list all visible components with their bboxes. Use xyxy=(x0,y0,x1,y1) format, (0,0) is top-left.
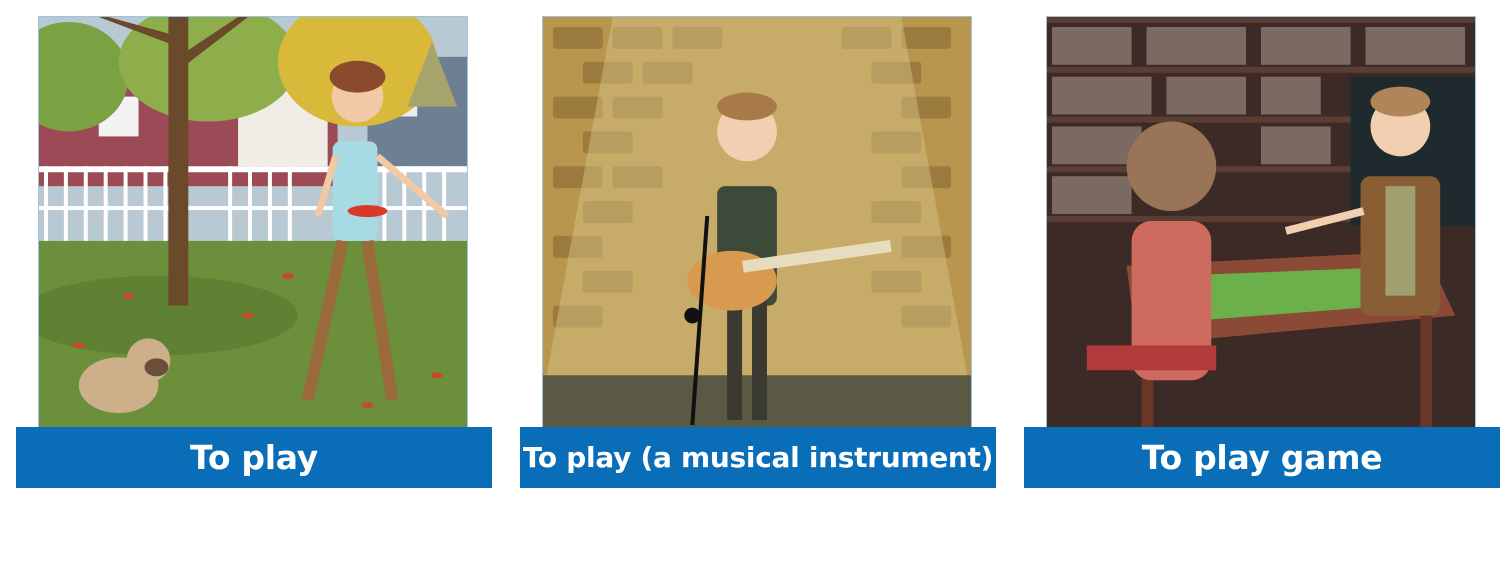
guitar-singer-scene-icon xyxy=(542,16,972,428)
board-game-library-scene-icon xyxy=(1046,16,1476,428)
frisbee-park-scene-icon xyxy=(38,16,468,428)
caption-to-play: To play xyxy=(16,427,492,488)
caption-to-play-game: To play game xyxy=(1024,427,1500,488)
caption-to-play-instrument: To play (a musical instrument) xyxy=(520,427,996,488)
